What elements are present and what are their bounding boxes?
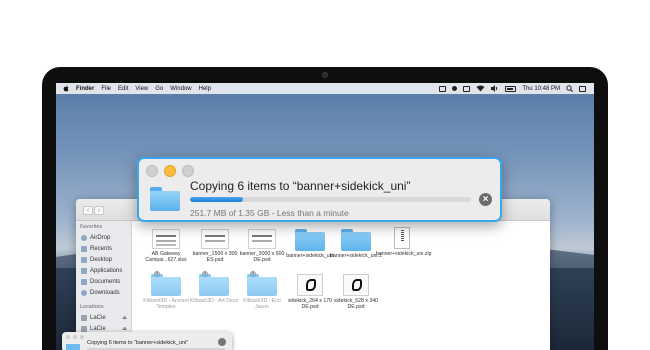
menu-file[interactable]: File (101, 86, 111, 92)
close-button[interactable] (146, 165, 158, 177)
sidebar-item-label: LaCie (90, 325, 106, 332)
sidebar-item-label: AirDrop (90, 234, 111, 241)
sidebar-item-label: Documents (90, 278, 121, 285)
folder-icon (247, 274, 277, 296)
file-item[interactable]: × Kitbash3D - Eco Jason (236, 271, 288, 310)
file-item[interactable]: sidekick_264 x 170 DE.psd (284, 274, 336, 310)
spotlight-icon[interactable] (566, 85, 573, 92)
menu-clock[interactable]: Thu 10:48 PM (522, 86, 560, 92)
file-item[interactable]: × Kitbash3D - Art Deco (188, 271, 240, 304)
sidebar-item-recents[interactable]: Recents (76, 243, 131, 254)
copy-dialog-title: Copying 6 items to “banner+sidekick_uni” (190, 179, 411, 193)
finder-sidebar: Favorites AirDrop Recents Desktop Applic… (76, 221, 132, 350)
eject-icon[interactable]: ⏏ (122, 326, 127, 332)
zip-archive-icon (394, 227, 410, 249)
apple-icon[interactable] (63, 85, 69, 92)
downloads-icon (81, 289, 87, 296)
menu-finder[interactable]: Finder (76, 86, 94, 92)
file-name: AB Gateway Campai...627.xlsx (145, 251, 187, 263)
menu-bar: Finder File Edit View Go Window Help Thu… (56, 83, 594, 94)
file-item[interactable]: × Kitbash3D - Ancient Temples (140, 271, 192, 310)
file-item[interactable]: sidekick_528 x 340 DE.psd (330, 274, 382, 310)
sidebar-item-label: Downloads (90, 289, 120, 296)
file-name: banner+sidekick_uni (286, 253, 334, 259)
file-item[interactable]: banner+sidekick_uni.zip (376, 227, 432, 257)
image-thumbnail-icon (201, 229, 229, 249)
notification-center-icon[interactable] (579, 85, 586, 92)
sidebar-item-airdrop[interactable]: AirDrop (76, 232, 131, 243)
documents-icon (81, 278, 87, 285)
file-name: sidekick_528 x 340 DE.psd (333, 298, 379, 310)
drive-icon (81, 325, 87, 332)
finder-content: AB Gateway Campai...627.xlsx banner_1500… (132, 221, 550, 350)
folder-icon (199, 274, 229, 296)
sidebar-locations-heading: Locations (80, 304, 104, 310)
battery-icon[interactable] (505, 85, 517, 92)
stop-copy-button[interactable] (218, 338, 226, 346)
sidebar-favorites-heading: Favorites (80, 224, 103, 230)
file-name: Kitbash3D - Eco Jason (243, 298, 281, 310)
sidebar-item-lacie[interactable]: LaCie ⏏ (76, 312, 131, 323)
file-name: sidekick_264 x 170 DE.psd (287, 298, 333, 310)
file-name: Kitbash3D - Ancient Temples (143, 298, 189, 310)
copy-status-text: 251.7 MB of 1.35 GB - Less than a minute (190, 208, 349, 218)
copy-progress-dialog-small: Copying 6 items to “banner+sidekick_uni” (62, 332, 232, 350)
folder-icon (295, 229, 325, 251)
forward-button[interactable]: › (94, 206, 104, 215)
desktop-icon (81, 256, 87, 263)
wifi-icon[interactable] (476, 85, 485, 92)
file-name: banner+sidekick_uni.zip (376, 251, 432, 257)
image-thumbnail-icon (248, 229, 276, 249)
minimize-button[interactable] (164, 165, 176, 177)
time-machine-icon[interactable] (452, 86, 458, 91)
airdrop-icon (81, 234, 87, 241)
folder-icon (66, 344, 80, 350)
menu-edit[interactable]: Edit (118, 86, 128, 92)
menu-view[interactable]: View (135, 86, 148, 92)
file-name: banner+sidekick_uni.1 (330, 253, 382, 259)
recents-icon (81, 245, 87, 252)
menu-help[interactable]: Help (199, 86, 211, 92)
sidebar-item-label: Recents (90, 245, 113, 252)
sidebar-item-applications[interactable]: Applications (76, 265, 131, 276)
progress-bar (190, 197, 471, 202)
sidebar-item-label: Applications (90, 267, 123, 274)
file-name: Kitbash3D - Art Deco (189, 298, 239, 304)
drive-icon (81, 314, 87, 321)
applications-icon (81, 267, 87, 274)
folder-icon (341, 229, 371, 251)
camera (322, 72, 328, 78)
file-item[interactable]: banner_3000 x 600 DE.psd (236, 229, 288, 263)
folder-icon (150, 187, 180, 211)
sidebar-item-documents[interactable]: Documents (76, 276, 131, 287)
sidebar-item-label: Desktop (90, 256, 113, 263)
back-button[interactable]: ‹ (83, 206, 93, 215)
image-thumbnail-icon (343, 274, 369, 296)
spreadsheet-thumbnail-icon (152, 229, 180, 249)
bluetooth-icon[interactable] (463, 85, 471, 92)
window-controls (66, 335, 84, 339)
menu-go[interactable]: Go (155, 86, 163, 92)
file-item[interactable]: banner_1500 x 300 ES.psd (189, 229, 241, 263)
eject-icon[interactable]: ⏏ (122, 315, 127, 321)
volume-icon[interactable] (491, 85, 499, 92)
file-item[interactable]: AB Gateway Campai...627.xlsx (140, 229, 192, 263)
stop-copy-button[interactable]: × (479, 193, 492, 206)
sidebar-item-desktop[interactable]: Desktop (76, 254, 131, 265)
file-item[interactable]: banner+sidekick_uni (284, 229, 336, 259)
airplay-icon[interactable] (439, 85, 447, 92)
progress-bar-fill (190, 197, 244, 202)
zoom-button[interactable] (182, 165, 194, 177)
file-name: banner_1500 x 300 ES.psd (192, 251, 238, 263)
sidebar-item-downloads[interactable]: Downloads (76, 287, 131, 298)
sidebar-item-label: LaCie (90, 314, 106, 321)
copy-dialog-title: Copying 6 items to “banner+sidekick_uni” (87, 340, 189, 346)
file-name: banner_3000 x 600 DE.psd (239, 251, 285, 263)
file-item[interactable]: banner+sidekick_uni.1 (330, 229, 382, 259)
menu-window[interactable]: Window (170, 86, 191, 92)
copy-progress-dialog: Copying 6 items to “banner+sidekick_uni”… (137, 157, 502, 222)
image-thumbnail-icon (297, 274, 323, 296)
folder-icon (151, 274, 181, 296)
